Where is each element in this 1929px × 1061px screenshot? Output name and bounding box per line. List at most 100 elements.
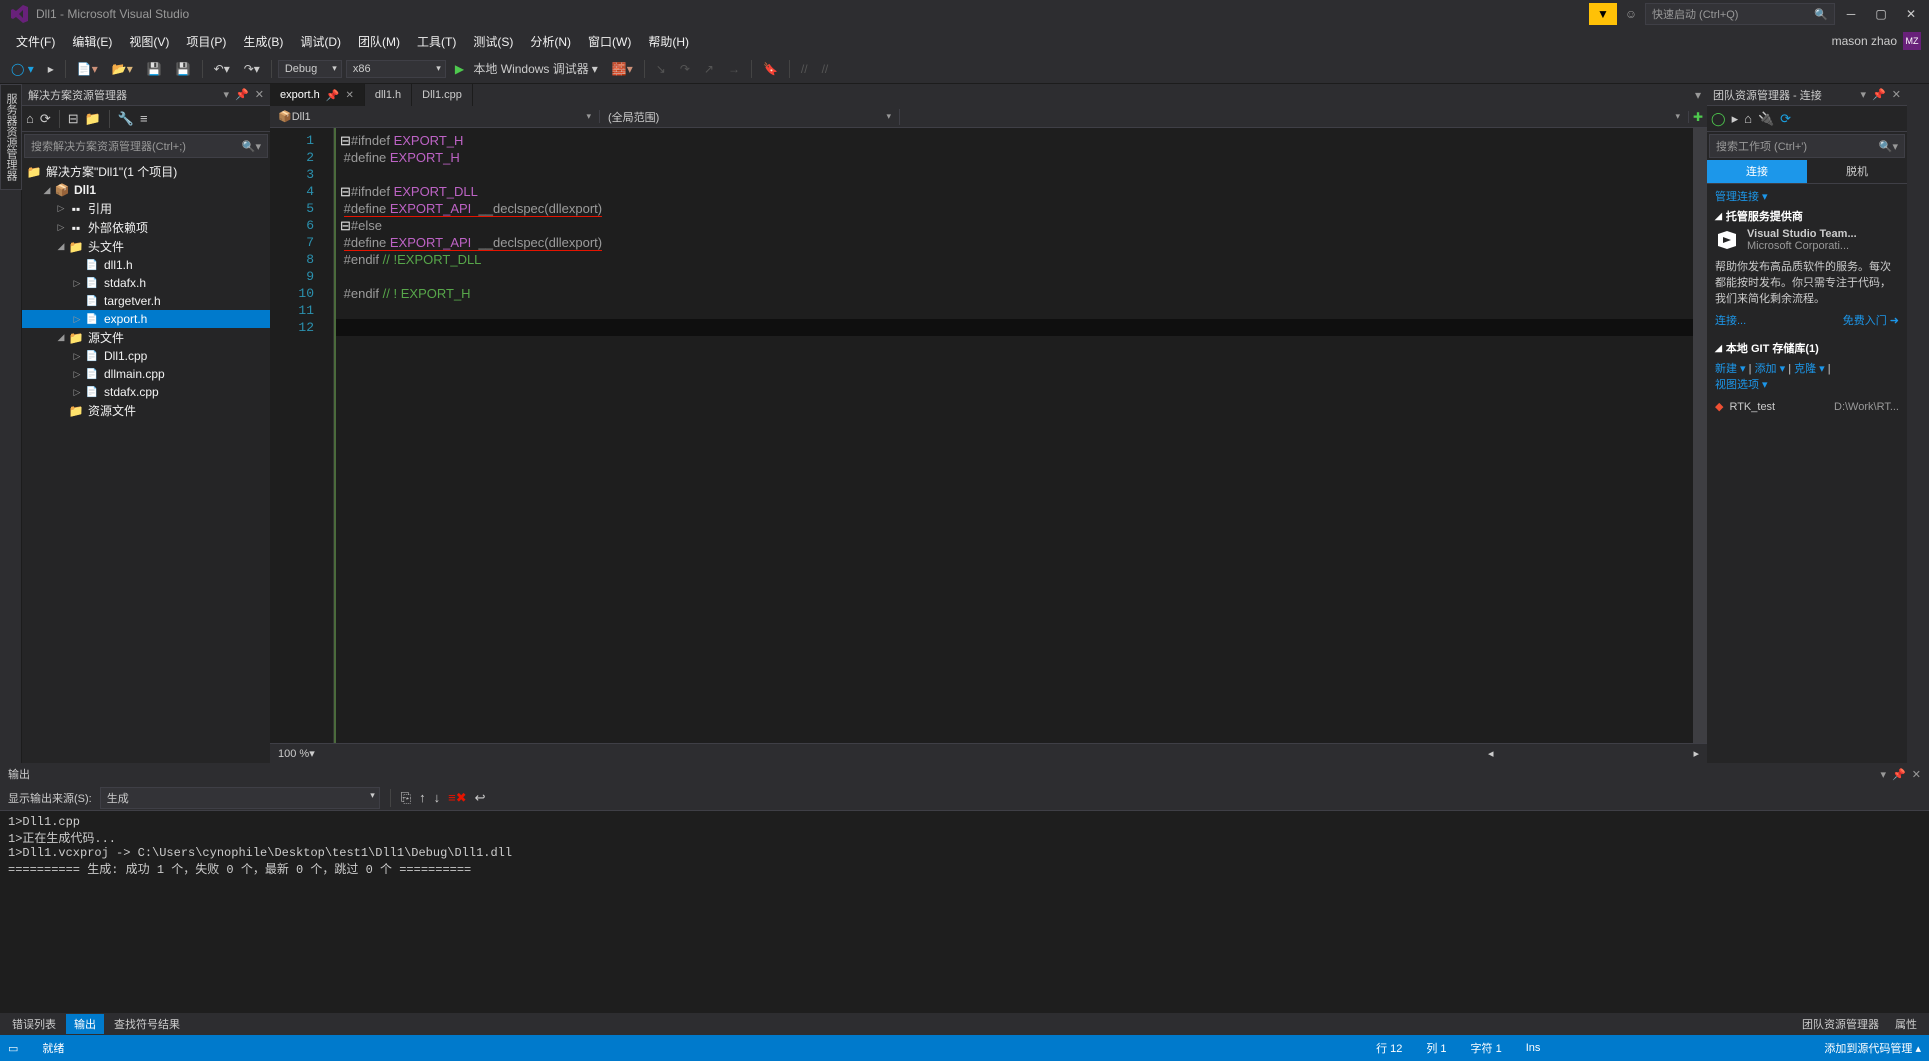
feedback-icon[interactable]: ☺ [1619,3,1643,25]
file-stdafx-h[interactable]: ▷📄stdafx.h [22,274,270,292]
menu-test[interactable]: 测试(S) [465,30,521,53]
file-targetver-h[interactable]: 📄targetver.h [22,292,270,310]
clear-all-icon[interactable]: ≡✖ [448,790,466,806]
vertical-scrollbar[interactable] [1693,128,1707,743]
panel-dropdown-icon[interactable]: ▾ [1861,88,1867,101]
tab-connect[interactable]: 连接 [1707,160,1807,183]
home-icon[interactable]: ⌂ [1744,111,1752,126]
back-icon[interactable]: ◯ [1711,111,1726,127]
panel-close-icon[interactable]: ✕ [1892,88,1901,101]
tab-close-icon[interactable]: ✕ [345,90,353,101]
menu-edit[interactable]: 编辑(E) [64,30,120,53]
word-wrap-icon[interactable]: ↩ [475,790,486,806]
file-export-h[interactable]: ▷📄export.h [22,310,270,328]
menu-team[interactable]: 团队(M) [350,30,408,53]
git-add-link[interactable]: 添加 ▾ [1755,363,1786,375]
start-debug-button[interactable]: ▶ 本地 Windows 调试器 ▾ [450,57,603,80]
menu-analyze[interactable]: 分析(N) [522,30,579,53]
menu-file[interactable]: 文件(F) [8,30,63,53]
external-deps-node[interactable]: ▷▪▪外部依赖项 [22,218,270,237]
platform-select[interactable]: x86 [346,60,446,78]
file-dll1-cpp[interactable]: ▷📄Dll1.cpp [22,347,270,365]
code-editor[interactable]: 123456789101112 ⊟#ifndef EXPORT_H #defin… [270,128,1707,743]
panel-dropdown-icon[interactable]: ▾ [224,88,230,101]
local-git-header[interactable]: ◢本地 GIT 存储库(1) [1715,340,1899,356]
file-dll1-h[interactable]: 📄dll1.h [22,256,270,274]
panel-close-icon[interactable]: ✕ [255,88,264,101]
menu-project[interactable]: 项目(P) [178,30,234,53]
minimize-button[interactable]: ─ [1837,3,1865,25]
tab-export-h[interactable]: export.h📌✕ [270,84,365,106]
tab-properties[interactable]: 属性 [1887,1014,1925,1034]
open-button[interactable]: 📂▾ [107,59,138,79]
member-select[interactable] [900,111,1689,123]
save-button[interactable]: 💾 [142,59,167,79]
repo-item[interactable]: ◆ RTK_test D:\Work\RT... [1715,400,1899,413]
file-stdafx-cpp[interactable]: ▷📄stdafx.cpp [22,383,270,401]
redo-button[interactable]: ↷▾ [239,59,265,79]
h-scroll-left[interactable]: ◂ [1488,747,1494,760]
tab-offline[interactable]: 脱机 [1807,160,1907,183]
source-files-node[interactable]: ◢📁源文件 [22,328,270,347]
tab-error-list[interactable]: 错误列表 [4,1014,64,1034]
project-context-select[interactable]: 📦 Dll1 [270,110,600,123]
tab-output[interactable]: 输出 [66,1014,104,1034]
user-avatar[interactable]: MZ [1903,32,1921,50]
new-item-button[interactable]: 📄▾ [72,59,103,79]
h-scroll-right[interactable]: ▸ [1693,747,1699,760]
connect-link[interactable]: 连接... [1715,312,1746,328]
properties-icon[interactable]: 🔧 [118,111,134,127]
plug-icon[interactable]: 🔌 [1758,111,1774,127]
manage-connections-link[interactable]: 管理连接 ▾ [1715,188,1899,204]
home-icon[interactable]: ⌂ [26,111,34,126]
menu-build[interactable]: 生成(B) [235,30,291,53]
pin-icon[interactable]: 📌 [326,89,340,102]
code-content[interactable]: ⊟#ifndef EXPORT_H #define EXPORT_H ⊟#ifn… [334,128,1693,743]
tab-find-symbol[interactable]: 查找符号结果 [106,1014,188,1034]
references-node[interactable]: ▷▪▪引用 [22,199,270,218]
project-node[interactable]: ◢📦Dll1 [22,181,270,199]
solution-search-input[interactable]: 搜索解决方案资源管理器(Ctrl+;) 🔍▾ [24,134,268,158]
file-dllmain-cpp[interactable]: ▷📄dllmain.cpp [22,365,270,383]
debug-target-button[interactable]: 🧱▾ [607,59,638,79]
collapse-icon[interactable]: ⊟ [68,111,79,127]
menu-window[interactable]: 窗口(W) [580,30,639,53]
hosted-providers-header[interactable]: ◢托管服务提供商 [1715,208,1899,224]
menu-tools[interactable]: 工具(T) [409,30,464,53]
menu-view[interactable]: 视图(V) [121,30,177,53]
tab-dll1-h[interactable]: dll1.h [365,84,412,106]
preview-icon[interactable]: ≡ [140,111,148,126]
menu-debug[interactable]: 调试(D) [292,30,349,53]
quick-launch-input[interactable]: 快速启动 (Ctrl+Q) 🔍 [1645,3,1835,25]
nav-fwd-button[interactable]: ▸ [43,59,59,79]
maximize-button[interactable]: ▢ [1867,3,1895,25]
free-start-link[interactable]: 免费入门 ➜ [1843,312,1899,328]
scope-select[interactable]: (全局范围) [600,109,900,125]
nav-back-button[interactable]: ◯ ▾ [6,59,39,79]
tab-dll1-cpp[interactable]: Dll1.cpp [412,84,473,106]
status-app-icon[interactable]: ▭ [8,1042,18,1055]
split-add-icon[interactable]: ✚ [1689,110,1707,124]
undo-button[interactable]: ↶▾ [209,59,235,79]
show-all-icon[interactable]: 📁 [85,111,101,127]
view-options-link[interactable]: 视图选项 ▾ [1715,376,1899,392]
status-scm[interactable]: 添加到源代码管理 ▴ [1824,1040,1921,1056]
refresh-icon[interactable]: ⟳ [1780,111,1791,127]
header-files-node[interactable]: ◢📁头文件 [22,237,270,256]
tab-team-explorer[interactable]: 团队资源管理器 [1794,1014,1887,1034]
notification-flag-icon[interactable]: ▼ [1589,3,1617,25]
team-search-input[interactable]: 搜索工作项 (Ctrl+') 🔍▾ [1709,134,1905,158]
user-name[interactable]: mason zhao [1832,34,1897,48]
panel-pin-icon[interactable]: 📌 [235,88,249,101]
git-new-link[interactable]: 新建 ▾ [1715,363,1746,375]
zoom-level[interactable]: 100 % [278,748,309,760]
server-explorer-tab[interactable]: 服务器资源管理器 [0,84,22,190]
output-text[interactable]: 1>Dll1.cpp 1>正在生成代码... 1>Dll1.vcxproj ->… [0,811,1929,1013]
panel-pin-icon[interactable]: 📌 [1872,88,1886,101]
save-all-button[interactable]: 💾 [171,59,196,79]
panel-pin-icon[interactable]: 📌 [1892,768,1906,781]
tabs-overflow[interactable]: ▾ [1689,84,1707,106]
output-source-select[interactable]: 生成 [100,787,380,809]
panel-close-icon[interactable]: ✕ [1912,768,1921,781]
close-button[interactable]: ✕ [1897,3,1925,25]
